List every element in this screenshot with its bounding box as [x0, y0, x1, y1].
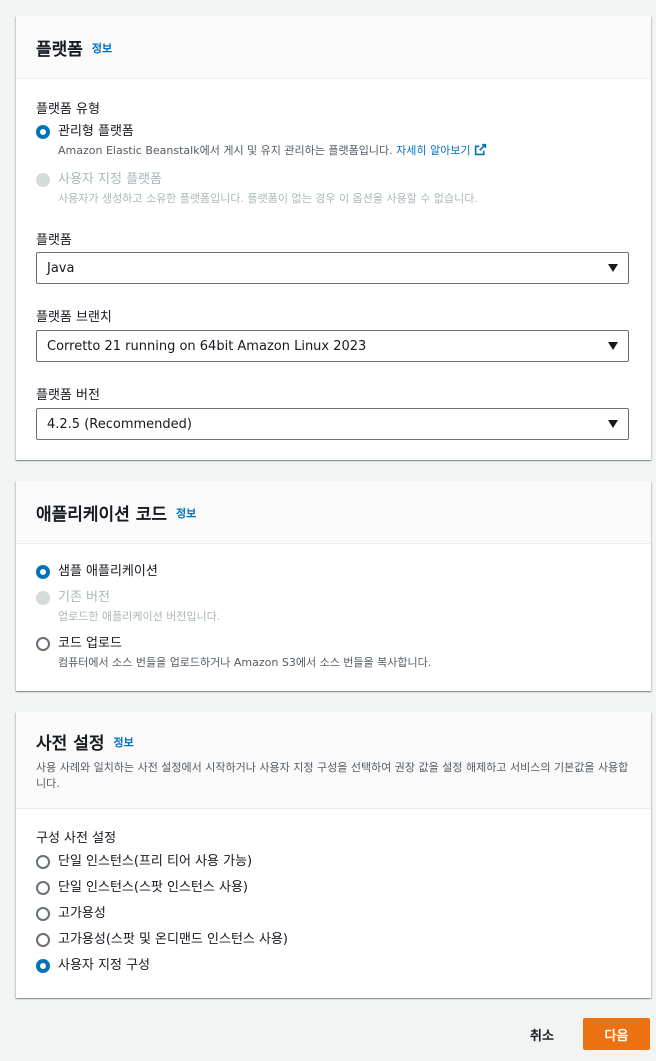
radio-label-ha: 고가용성: [58, 906, 106, 921]
radio-desc-custom-platform: 사용자가 생성하고 소유한 플랫폼입니다. 플랫폼이 없는 경우 이 옵션을 사…: [58, 192, 478, 205]
application-code-body: 샘플 애플리케이션 기존 버전 업로드한 애플리케이션 버전입니다. 코드 업로…: [16, 544, 651, 691]
radio-button[interactable]: [36, 881, 50, 895]
caret-down-icon: [608, 342, 618, 350]
presets-header: 사전 설정 정보 사용 사례와 일치하는 사전 설정에서 시작하거나 사용자 지…: [16, 712, 651, 809]
learn-more-text[interactable]: 자세히 알아보기: [396, 144, 470, 157]
radio-desc-upload: 컴퓨터에서 소스 번들을 업로드하거나 Amazon S3에서 소스 번들을 복…: [58, 656, 432, 669]
application-code-title: 애플리케이션 코드: [36, 504, 168, 525]
radio-label-single-free: 단일 인스턴스(프리 티어 사용 가능): [58, 854, 253, 869]
platform-branch-select[interactable]: Corretto 21 running on 64bit Amazon Linu…: [36, 330, 629, 362]
platform-select-value: Java: [47, 260, 75, 276]
radio-existing-version[interactable]: 기존 버전 업로드한 애플리케이션 버전입니다.: [36, 589, 220, 625]
radio-label-custom-config: 사용자 지정 구성: [58, 958, 150, 973]
platform-version-select-value: 4.2.5 (Recommended): [47, 416, 192, 432]
platform-select[interactable]: Java: [36, 252, 629, 284]
application-code-info-link[interactable]: 정보: [176, 505, 196, 521]
platform-panel-title: 플랫폼: [36, 39, 83, 60]
external-link-icon: [475, 143, 487, 156]
radio-high-availability-spot[interactable]: 고가용성(스팟 및 온디맨드 인스턴스 사용): [36, 931, 288, 949]
radio-button[interactable]: [36, 933, 50, 947]
platform-type-label: 플랫폼 유형: [36, 102, 100, 117]
radio-custom-configuration[interactable]: 사용자 지정 구성: [36, 957, 150, 975]
presets-description: 사용 사례와 일치하는 사전 설정에서 시작하거나 사용자 지정 구성을 선택하…: [36, 760, 629, 790]
radio-desc-existing: 업로드한 애플리케이션 버전입니다.: [58, 610, 221, 623]
config-presets-label: 구성 사전 설정: [36, 831, 117, 846]
next-button[interactable]: 다음: [583, 1018, 650, 1050]
platform-panel-body: 플랫폼 유형 관리형 플랫폼 Amazon Elastic Beanstalk에…: [16, 79, 651, 460]
radio-button-checked[interactable]: [36, 565, 50, 579]
presets-panel: 사전 설정 정보 사용 사례와 일치하는 사전 설정에서 시작하거나 사용자 지…: [16, 712, 651, 998]
radio-button-disabled: [36, 591, 50, 605]
radio-managed-platform[interactable]: 관리형 플랫폼 Amazon Elastic Beanstalk에서 게시 및 …: [36, 123, 487, 159]
radio-button[interactable]: [36, 637, 50, 651]
presets-info-link[interactable]: 정보: [113, 734, 133, 750]
application-code-header: 애플리케이션 코드 정보: [16, 481, 651, 544]
radio-label-custom-platform: 사용자 지정 플랫폼: [58, 172, 162, 187]
learn-more-link[interactable]: 자세히 알아보기: [396, 143, 487, 157]
presets-body: 구성 사전 설정 단일 인스턴스(프리 티어 사용 가능) 단일 인스턴스(스팟…: [16, 809, 651, 998]
radio-custom-platform[interactable]: 사용자 지정 플랫폼 사용자가 생성하고 소유한 플랫폼입니다. 플랫폼이 없는…: [36, 171, 478, 207]
radio-button-checked[interactable]: [36, 959, 50, 973]
radio-desc-managed: Amazon Elastic Beanstalk에서 게시 및 유지 관리하는 …: [58, 143, 487, 159]
caret-down-icon: [608, 264, 618, 272]
cancel-button[interactable]: 취소: [514, 1018, 570, 1050]
platform-panel-header: 플랫폼 정보: [16, 16, 651, 79]
radio-label-sample: 샘플 애플리케이션: [58, 564, 158, 579]
managed-desc-text: Amazon Elastic Beanstalk에서 게시 및 유지 관리하는 …: [58, 144, 393, 157]
radio-single-instance-spot[interactable]: 단일 인스턴스(스팟 인스턴스 사용): [36, 879, 248, 897]
platform-branch-label: 플랫폼 브랜치: [36, 310, 112, 325]
radio-single-instance-free-tier[interactable]: 단일 인스턴스(프리 티어 사용 가능): [36, 853, 252, 871]
radio-button[interactable]: [36, 907, 50, 921]
radio-label-single-spot: 단일 인스턴스(스팟 인스턴스 사용): [58, 880, 248, 895]
platform-branch-select-value: Corretto 21 running on 64bit Amazon Linu…: [47, 338, 367, 354]
radio-high-availability[interactable]: 고가용성: [36, 905, 106, 923]
radio-button[interactable]: [36, 855, 50, 869]
platform-panel: 플랫폼 정보 플랫폼 유형 관리형 플랫폼 Amazon Elastic Bea…: [16, 16, 651, 460]
caret-down-icon: [608, 420, 618, 428]
presets-title: 사전 설정: [36, 733, 105, 754]
radio-button-disabled: [36, 173, 50, 187]
radio-button-checked[interactable]: [36, 125, 50, 139]
radio-upload-code[interactable]: 코드 업로드 컴퓨터에서 소스 번들을 업로드하거나 Amazon S3에서 소…: [36, 635, 431, 671]
radio-label-existing: 기존 버전: [58, 590, 110, 605]
application-code-panel: 애플리케이션 코드 정보 샘플 애플리케이션 기존 버전 업로드한 애플리케이션…: [16, 481, 651, 691]
platform-label: 플랫폼: [36, 233, 72, 248]
platform-version-label: 플랫폼 버전: [36, 388, 100, 403]
platform-version-select[interactable]: 4.2.5 (Recommended): [36, 408, 629, 440]
radio-sample-application[interactable]: 샘플 애플리케이션: [36, 563, 158, 581]
radio-label-upload: 코드 업로드: [58, 636, 122, 651]
radio-label-ha-spot: 고가용성(스팟 및 온디맨드 인스턴스 사용): [58, 932, 288, 947]
radio-label-managed: 관리형 플랫폼: [58, 124, 134, 139]
platform-info-link[interactable]: 정보: [92, 40, 112, 56]
presets-title-row: 사전 설정 정보: [36, 729, 134, 754]
